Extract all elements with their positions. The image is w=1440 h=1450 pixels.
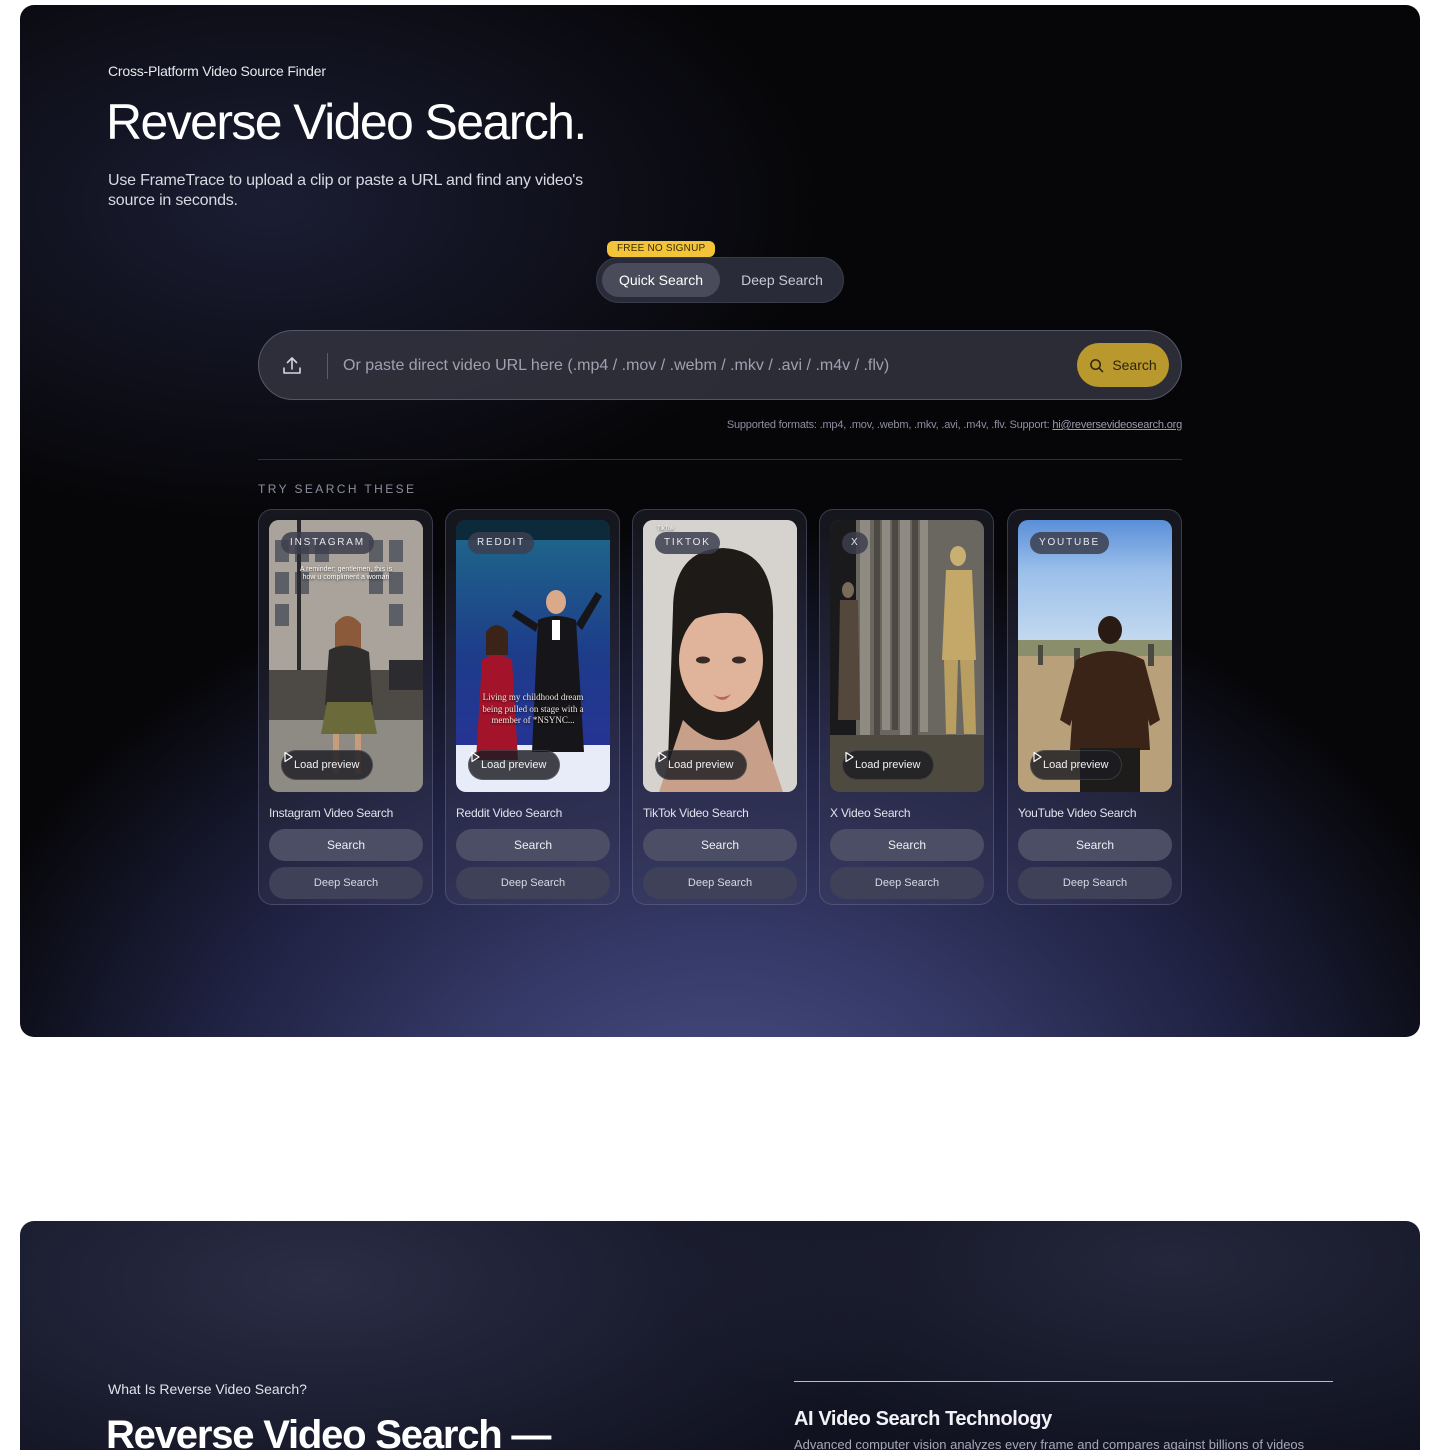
- card-title: Instagram Video Search: [269, 806, 394, 820]
- upload-icon[interactable]: [279, 353, 305, 379]
- card-title: TikTok Video Search: [643, 806, 749, 820]
- platform-badge: TIKTOK: [655, 532, 720, 554]
- load-preview-label: Load preview: [294, 759, 360, 771]
- platform-badge: YOUTUBE: [1030, 532, 1109, 554]
- video-thumbnail: A reminder: gentlemen, this is how u com…: [269, 520, 423, 792]
- search-button-label: Search: [1112, 357, 1157, 373]
- example-card-instagram: A reminder: gentlemen, this is how u com…: [258, 509, 433, 905]
- hero-subtitle: Use FrameTrace to upload a clip or paste…: [108, 172, 583, 209]
- deep-search-tab[interactable]: Deep Search: [725, 263, 839, 297]
- free-no-signup-badge: FREE NO SIGNUP: [607, 241, 716, 257]
- load-preview-button[interactable]: Load preview: [655, 750, 748, 780]
- example-card-x: X Load preview X Video Search Search Dee…: [819, 509, 994, 905]
- card-deep-search-button[interactable]: Deep Search: [1018, 867, 1172, 899]
- hero-section: Cross-Platform Video Source Finder Rever…: [20, 5, 1420, 1037]
- search-bar-divider: [327, 353, 328, 379]
- video-thumbnail: Living my childhood dream being pulled o…: [456, 520, 610, 792]
- video-thumbnail: X Load preview: [830, 520, 984, 792]
- play-icon: [471, 751, 480, 763]
- card-title: YouTube Video Search: [1018, 806, 1137, 820]
- feature-divider: [794, 1381, 1333, 1382]
- hero-eyebrow: Cross-Platform Video Source Finder: [108, 63, 326, 79]
- load-preview-label: Load preview: [855, 759, 921, 771]
- search-mode-toggle: Quick Search Deep Search: [596, 257, 844, 303]
- card-title: X Video Search: [830, 806, 911, 820]
- info-eyebrow: What Is Reverse Video Search?: [108, 1381, 307, 1397]
- card-search-button[interactable]: Search: [643, 829, 797, 861]
- load-preview-label: Load preview: [668, 759, 734, 771]
- platform-badge: INSTAGRAM: [281, 532, 374, 554]
- card-deep-search-button[interactable]: Deep Search: [456, 867, 610, 899]
- load-preview-button[interactable]: Load preview: [842, 750, 935, 780]
- play-icon: [845, 751, 854, 763]
- card-search-button[interactable]: Search: [269, 829, 423, 861]
- play-icon: [658, 751, 667, 763]
- supported-formats: Supported formats: .mp4, .mov, .webm, .m…: [727, 419, 1182, 431]
- search-icon: [1090, 358, 1104, 372]
- info-title: Reverse Video Search —: [106, 1413, 551, 1450]
- play-icon: [284, 751, 293, 763]
- video-thumbnail: YOUTUBE Load preview: [1018, 520, 1172, 792]
- load-preview-label: Load preview: [1043, 759, 1109, 771]
- example-card-tiktok: TikTok TIKTOK Load preview TikTok Video …: [632, 509, 807, 905]
- video-caption: A reminder: gentlemen, this is how u com…: [299, 566, 393, 581]
- card-search-button[interactable]: Search: [830, 829, 984, 861]
- platform-badge: X: [842, 532, 869, 554]
- card-deep-search-button[interactable]: Deep Search: [830, 867, 984, 899]
- info-section: What Is Reverse Video Search? Reverse Vi…: [20, 1221, 1420, 1450]
- card-deep-search-button[interactable]: Deep Search: [643, 867, 797, 899]
- load-preview-label: Load preview: [481, 759, 547, 771]
- search-button[interactable]: Search: [1077, 343, 1169, 387]
- example-card-youtube: YOUTUBE Load preview YouTube Video Searc…: [1007, 509, 1182, 905]
- card-deep-search-button[interactable]: Deep Search: [269, 867, 423, 899]
- try-search-label: TRY SEARCH THESE: [258, 482, 417, 496]
- feature-text: Advanced computer vision analyzes every …: [794, 1437, 1305, 1450]
- support-email-link[interactable]: hi@reversevideosearch.org: [1052, 419, 1182, 431]
- quick-search-tab[interactable]: Quick Search: [602, 263, 720, 297]
- example-card-reddit: Living my childhood dream being pulled o…: [445, 509, 620, 905]
- load-preview-button[interactable]: Load preview: [468, 750, 561, 780]
- card-search-button[interactable]: Search: [456, 829, 610, 861]
- load-preview-button[interactable]: Load preview: [1030, 750, 1123, 780]
- supported-formats-text: Supported formats: .mp4, .mov, .webm, .m…: [726, 419, 1050, 431]
- page-title: Reverse Video Search.: [106, 94, 587, 150]
- platform-badge: REDDIT: [468, 532, 535, 554]
- video-caption: Living my childhood dream being pulled o…: [482, 692, 584, 725]
- card-title: Reddit Video Search: [456, 806, 563, 820]
- divider: [258, 459, 1182, 460]
- video-url-input[interactable]: [343, 349, 1063, 383]
- load-preview-button[interactable]: Load preview: [281, 750, 374, 780]
- play-icon: [1033, 751, 1042, 763]
- feature-title: AI Video Search Technology: [794, 1408, 1052, 1430]
- video-thumbnail: TikTok TIKTOK Load preview: [643, 520, 797, 792]
- search-bar: Search: [258, 330, 1182, 400]
- card-search-button[interactable]: Search: [1018, 829, 1172, 861]
